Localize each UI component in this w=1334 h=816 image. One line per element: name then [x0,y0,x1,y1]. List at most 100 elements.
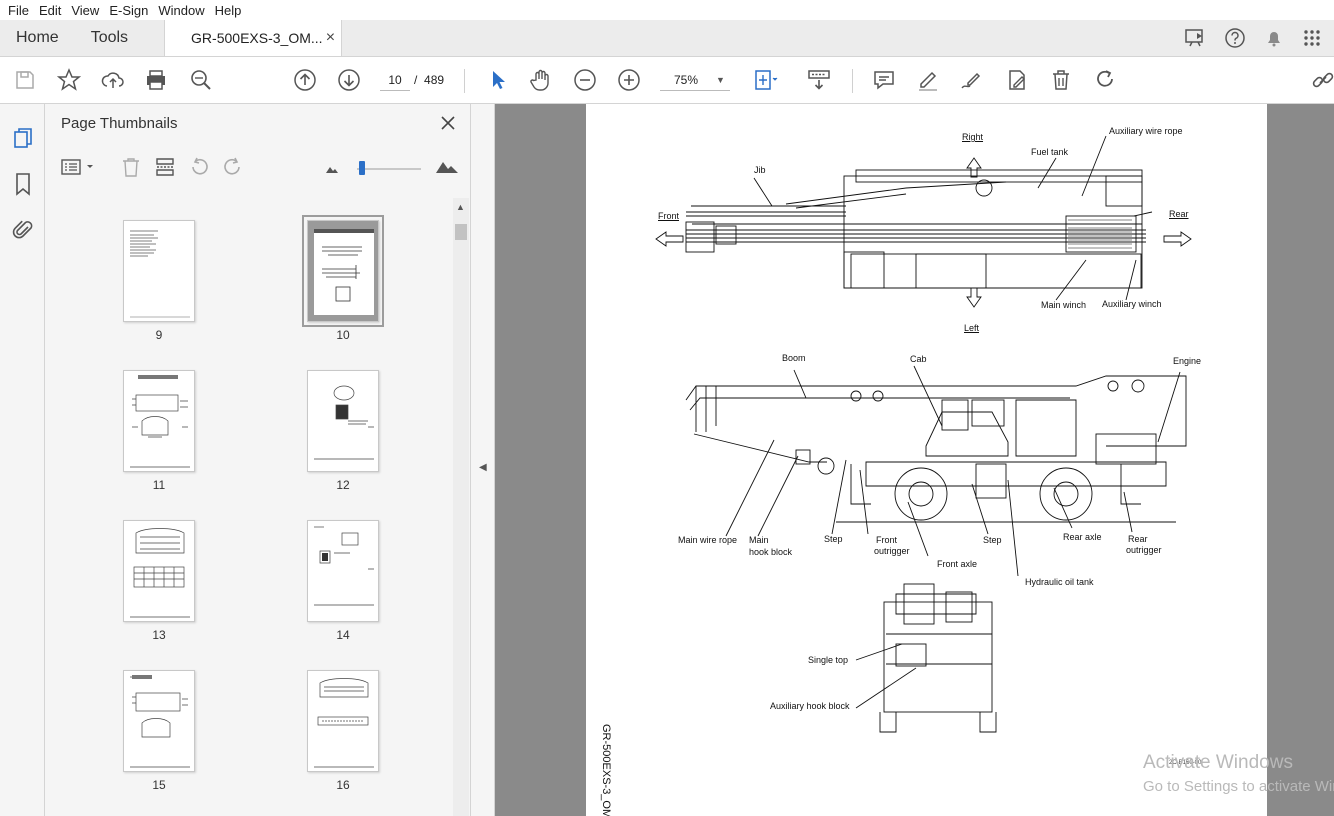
label-boom: Boom [782,353,806,363]
page-thumbnails-panel: Page Thumbnails 9 10 11 12 13 14 15 16 ▲ [45,104,471,816]
zoom-out-icon[interactable] [572,67,598,93]
label-single-top: Single top [808,655,849,665]
thumbnail-page-selected[interactable] [302,215,384,327]
sign-pen-icon[interactable] [959,67,985,93]
apps-grid-icon[interactable] [1302,28,1322,48]
fit-page-icon[interactable] [752,67,778,93]
side-document-text: GR-500EXS-3_OM [600,724,612,816]
save-icon[interactable] [12,67,38,93]
thumbnail-page[interactable] [123,670,195,772]
edit-document-icon[interactable] [1004,67,1030,93]
large-thumbnail-icon[interactable] [435,158,459,174]
print-icon[interactable] [143,67,169,93]
menu-window[interactable]: Window [154,3,208,18]
thumbnail-size-slider[interactable] [357,161,421,175]
label-auxiliary-winch: Auxiliary winch [1102,299,1162,309]
label-fuel-tank: Fuel tank [1031,147,1069,157]
label-step-rear: Step [983,535,1002,545]
label-rear-axle: Rear axle [1063,532,1102,542]
page-thumbnails-icon[interactable] [12,126,34,150]
tab-home[interactable]: Home [0,20,75,56]
label-front-axle: Front axle [937,559,978,569]
thumbnail-label: 9 [155,328,163,342]
close-panel-icon[interactable] [437,112,459,134]
hand-tool-icon[interactable] [528,67,554,93]
panel-title: Page Thumbnails [61,115,178,132]
link-icon[interactable] [1310,67,1334,93]
page-number-input[interactable]: 10 [380,69,410,91]
attachments-paperclip-icon[interactable] [12,218,34,242]
thumbnail-grid: 9 10 11 12 13 14 15 16 [55,198,455,816]
extract-page-icon[interactable] [154,156,176,178]
collapse-panel-icon[interactable]: ◀ [479,462,487,473]
menu-view[interactable]: View [67,3,103,18]
close-tab-button[interactable]: × [326,29,335,47]
bookmarks-icon[interactable] [13,172,33,196]
help-icon[interactable] [1224,27,1246,49]
thumbnail-page[interactable] [307,520,379,622]
crane-diagram [655,135,1192,733]
label-auxiliary-hook-block: Auxiliary hook block [770,701,850,711]
select-cursor-icon[interactable] [485,67,511,93]
thumbnail-label: 15 [152,778,166,792]
scroll-mode-icon[interactable] [806,67,832,93]
notifications-bell-icon[interactable] [1264,28,1284,48]
label-main-hook-block-line1: Main [749,535,769,545]
comment-icon[interactable] [871,67,897,93]
zoom-level-select[interactable]: 75% ▼ [660,69,730,91]
menu-help[interactable]: Help [211,3,246,18]
main-toolbar: 10 / 489 75% ▼ [0,57,1334,104]
next-page-icon[interactable] [336,67,362,93]
small-thumbnail-icon[interactable] [325,164,339,174]
zoom-in-icon[interactable] [616,67,642,93]
share-screen-icon[interactable] [1184,28,1206,48]
delete-page-icon[interactable] [120,156,142,178]
document-view[interactable]: Right Auxiliary wire rope Fuel tank Jib … [495,104,1334,816]
rotate-left-icon[interactable] [188,156,210,178]
thumbnail-label: 13 [152,628,166,642]
tab-document[interactable]: GR-500EXS-3_OM... × [164,20,343,56]
menu-file[interactable]: File [4,3,33,18]
menu-edit[interactable]: Edit [35,3,65,18]
thumbnail-options-icon[interactable] [61,158,97,176]
tab-tools[interactable]: Tools [75,20,144,56]
label-hydraulic-oil-tank: Hydraulic oil tank [1025,577,1094,587]
panel-collapse-strip[interactable]: ◀ [471,104,495,816]
label-main-winch: Main winch [1041,300,1087,310]
chevron-down-icon: ▼ [716,75,725,85]
bookmark-star-icon[interactable] [56,67,82,93]
zoom-level-value: 75% [674,73,699,87]
slider-handle[interactable] [359,161,365,175]
activate-windows-subtitle: Go to Settings to activate Windows. [1143,778,1334,795]
label-left: Left [964,323,980,333]
top-right-icons [1184,20,1334,56]
toolbar-divider [464,69,465,93]
thumbnail-page[interactable] [307,370,379,472]
zoom-search-icon[interactable] [188,67,214,93]
thumbnail-page[interactable] [123,220,195,322]
thumbnail-page[interactable] [123,520,195,622]
page-count: / 489 [414,69,444,91]
label-rear-outrigger-line2: outrigger [1126,545,1162,555]
label-step-front: Step [824,534,843,544]
thumbnail-label: 10 [336,328,350,342]
highlight-pen-icon[interactable] [915,67,941,93]
label-rear: Rear [1169,209,1189,219]
previous-page-icon[interactable] [292,67,318,93]
menu-bar: File Edit View E-Sign Window Help [0,0,1334,20]
thumbnail-page[interactable] [123,370,195,472]
delete-trash-icon[interactable] [1048,67,1074,93]
menu-esign[interactable]: E-Sign [105,3,152,18]
label-main-hook-block-line2: hook block [749,547,793,557]
document-tab-title: GR-500EXS-3_OM... [191,30,323,46]
thumbnail-page[interactable] [307,670,379,772]
upload-cloud-icon[interactable] [100,67,126,93]
redo-rotate-icon[interactable] [1092,67,1118,93]
scroll-up-icon[interactable]: ▲ [456,202,465,212]
label-front: Front [658,211,680,221]
rotate-right-icon[interactable] [222,156,244,178]
thumbnail-scrollbar[interactable]: ▲ [453,198,469,816]
label-front-outrigger-line2: outrigger [874,546,910,556]
scrollbar-thumb[interactable] [455,224,467,240]
thumbnail-label: 12 [336,478,350,492]
